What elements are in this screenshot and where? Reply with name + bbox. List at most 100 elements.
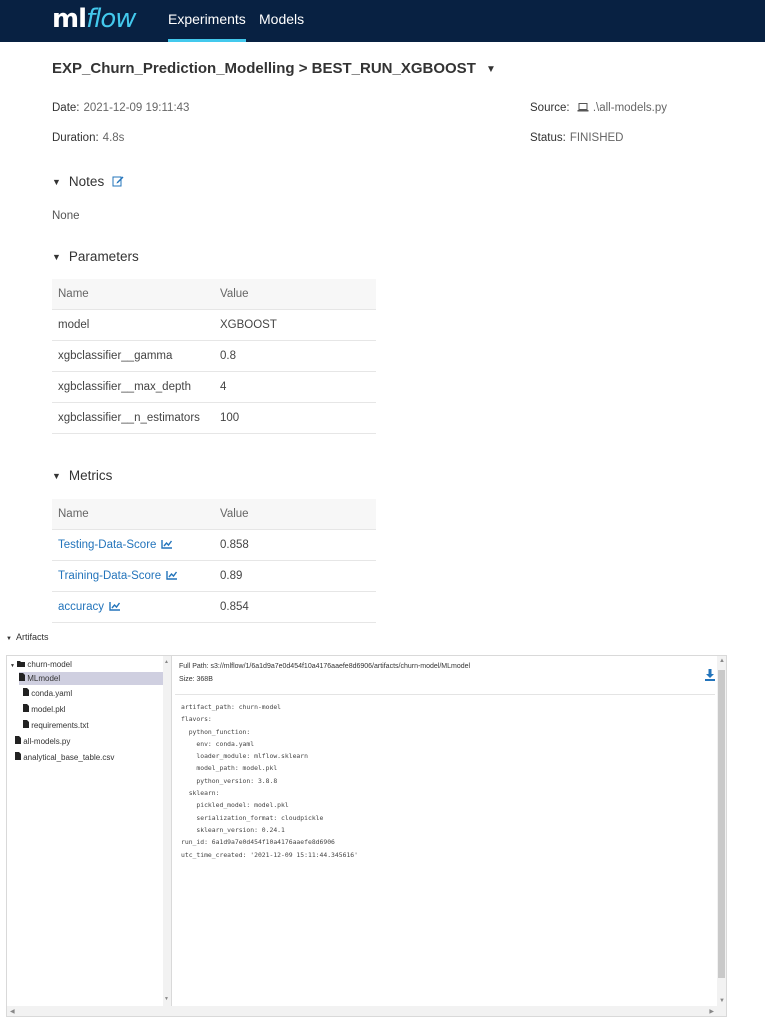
metric-link-testing-data-score[interactable]: Testing-Data-Score [52,529,214,561]
viewer-vertical-scrollbar[interactable]: ▲ ▼ [717,656,726,1006]
notes-heading: Notes [68,174,105,189]
scrollbar-thumb[interactable] [718,670,725,978]
breadcrumb-separator: > [298,60,308,77]
artifacts-section-header[interactable]: ▼ Artifacts [6,632,48,642]
file-icon [15,752,21,762]
table-row: xgbclassifier__gamma 0.8 [52,340,376,372]
metric-name[interactable]: Training-Data-Score [58,570,161,582]
param-value: 100 [214,402,376,434]
file-icon [15,736,21,746]
tree-item-requirements-txt[interactable]: requirements.txt [23,719,89,732]
metric-link-training-data-score[interactable]: Training-Data-Score [52,560,214,592]
metrics-section-header[interactable]: ▼ Metrics [52,468,112,483]
parameters-table: Name Value model XGBOOST xgbclassifier__… [52,279,376,434]
tree-item-analytical-base-table[interactable]: analytical_base_table.csv [15,751,114,764]
collapse-caret-icon: ▼ [6,636,12,642]
artifact-file-viewer: artifact_path: churn-model flavors: pyth… [175,694,715,1009]
mlflow-logo[interactable]: mlflow [52,0,137,42]
artifact-tree: ▼ churn-model MLmodel conda.yaml model.p… [7,656,172,1016]
download-icon[interactable] [705,668,715,686]
full-path-value: s3://mlflow/1/6a1d9a7e0d454f10a4176aaefe… [210,663,471,670]
param-value: 0.8 [214,340,376,372]
table-row: Testing-Data-Score 0.858 [52,529,376,561]
top-nav-bar: mlflow Experiments Models [0,0,765,42]
file-icon [23,720,29,730]
file-icon [23,688,29,698]
file-icon [23,704,29,714]
tree-item-label: MLmodel [27,674,61,683]
tree-item-label: requirements.txt [31,721,89,730]
scroll-up-icon[interactable]: ▲ [164,659,169,665]
param-name: model [52,309,214,341]
metric-name[interactable]: Testing-Data-Score [58,539,156,551]
breadcrumb: EXP_Churn_Prediction_Modelling > BEST_RU… [52,60,496,77]
metric-name[interactable]: accuracy [58,601,104,613]
full-path-label: Full Path: [179,663,209,670]
scroll-up-icon[interactable]: ▲ [719,658,725,664]
column-header-name: Name [52,499,214,530]
tree-item-conda-yaml[interactable]: conda.yaml [23,687,72,700]
expand-caret-icon[interactable]: ▼ [10,663,15,669]
tree-item-label: conda.yaml [31,689,73,698]
run-menu-caret-icon[interactable]: ▼ [486,64,496,75]
run-source: Source: .\all-models.py [530,102,667,115]
column-header-name: Name [52,279,214,310]
tree-item-model-pkl[interactable]: model.pkl [23,703,65,716]
line-chart-icon[interactable] [166,570,178,583]
edit-icon[interactable] [112,175,124,190]
laptop-icon [577,103,589,115]
param-value: 4 [214,371,376,403]
parameters-heading: Parameters [68,249,139,264]
logo-ml-text: ml [52,4,87,34]
breadcrumb-experiment[interactable]: EXP_Churn_Prediction_Modelling [52,60,295,77]
metric-value: 0.854 [214,591,376,623]
nav-experiments[interactable]: Experiments [168,0,246,42]
status-label: Status: [530,132,566,144]
scroll-right-icon[interactable]: ▶ [709,1008,714,1015]
artifact-file-content: artifact_path: churn-model flavors: pyth… [181,703,358,859]
line-chart-icon[interactable] [109,601,121,614]
date-value: 2021-12-09 19:11:43 [83,102,190,114]
metric-link-accuracy[interactable]: accuracy [52,591,214,623]
nav-experiments-label: Experiments [168,11,246,27]
tree-item-label: all-models.py [23,737,71,746]
scroll-down-icon[interactable]: ▼ [164,996,169,1002]
scroll-down-icon[interactable]: ▼ [719,998,725,1004]
breadcrumb-run: BEST_RUN_XGBOOST [311,60,476,77]
logo-flow-text: flow [86,4,137,34]
nav-models-label: Models [259,11,305,27]
line-chart-icon[interactable] [161,539,173,552]
nav-models[interactable]: Models [259,0,304,42]
size-label: Size: [179,676,195,683]
metric-value: 0.89 [214,560,376,592]
source-value[interactable]: .\all-models.py [593,102,667,114]
column-header-value: Value [214,499,376,530]
param-value: XGBOOST [214,309,376,341]
run-date: Date: 2021-12-09 19:11:43 [52,102,189,114]
notes-section-header[interactable]: ▼ Notes [52,174,124,190]
table-row: model XGBOOST [52,309,376,341]
param-name: xgbclassifier__max_depth [52,371,214,403]
notes-content: None [52,210,80,222]
horizontal-scrollbar[interactable]: ◀ ▶ [7,1006,726,1016]
tree-item-churn-model[interactable]: ▼ churn-model [10,658,72,671]
scroll-left-icon[interactable]: ◀ [10,1008,15,1015]
param-name: xgbclassifier__n_estimators [52,402,214,434]
tree-scrollbar[interactable]: ▲ ▼ [163,656,171,1016]
table-header-row: Name Value [52,499,376,530]
source-label: Source: [530,102,570,114]
tree-item-all-models-py[interactable]: all-models.py [15,735,70,748]
table-header-row: Name Value [52,279,376,310]
table-row: xgbclassifier__n_estimators 100 [52,402,376,434]
size-value: 368B [196,676,213,683]
status-value: FINISHED [569,132,624,144]
tree-item-label: analytical_base_table.csv [23,753,115,762]
collapse-caret-icon: ▼ [52,471,61,482]
metrics-table: Name Value Testing-Data-Score 0.858 Trai… [52,499,376,623]
tree-item-mlmodel[interactable]: MLmodel [19,672,163,685]
artifact-size: Size: 368B [179,676,213,683]
run-status: Status: FINISHED [530,132,623,144]
artifact-path-bar: Full Path: s3://mlflow/1/6a1d9a7e0d454f1… [179,656,727,690]
tree-item-label: churn-model [27,660,72,669]
parameters-section-header[interactable]: ▼ Parameters [52,249,139,264]
